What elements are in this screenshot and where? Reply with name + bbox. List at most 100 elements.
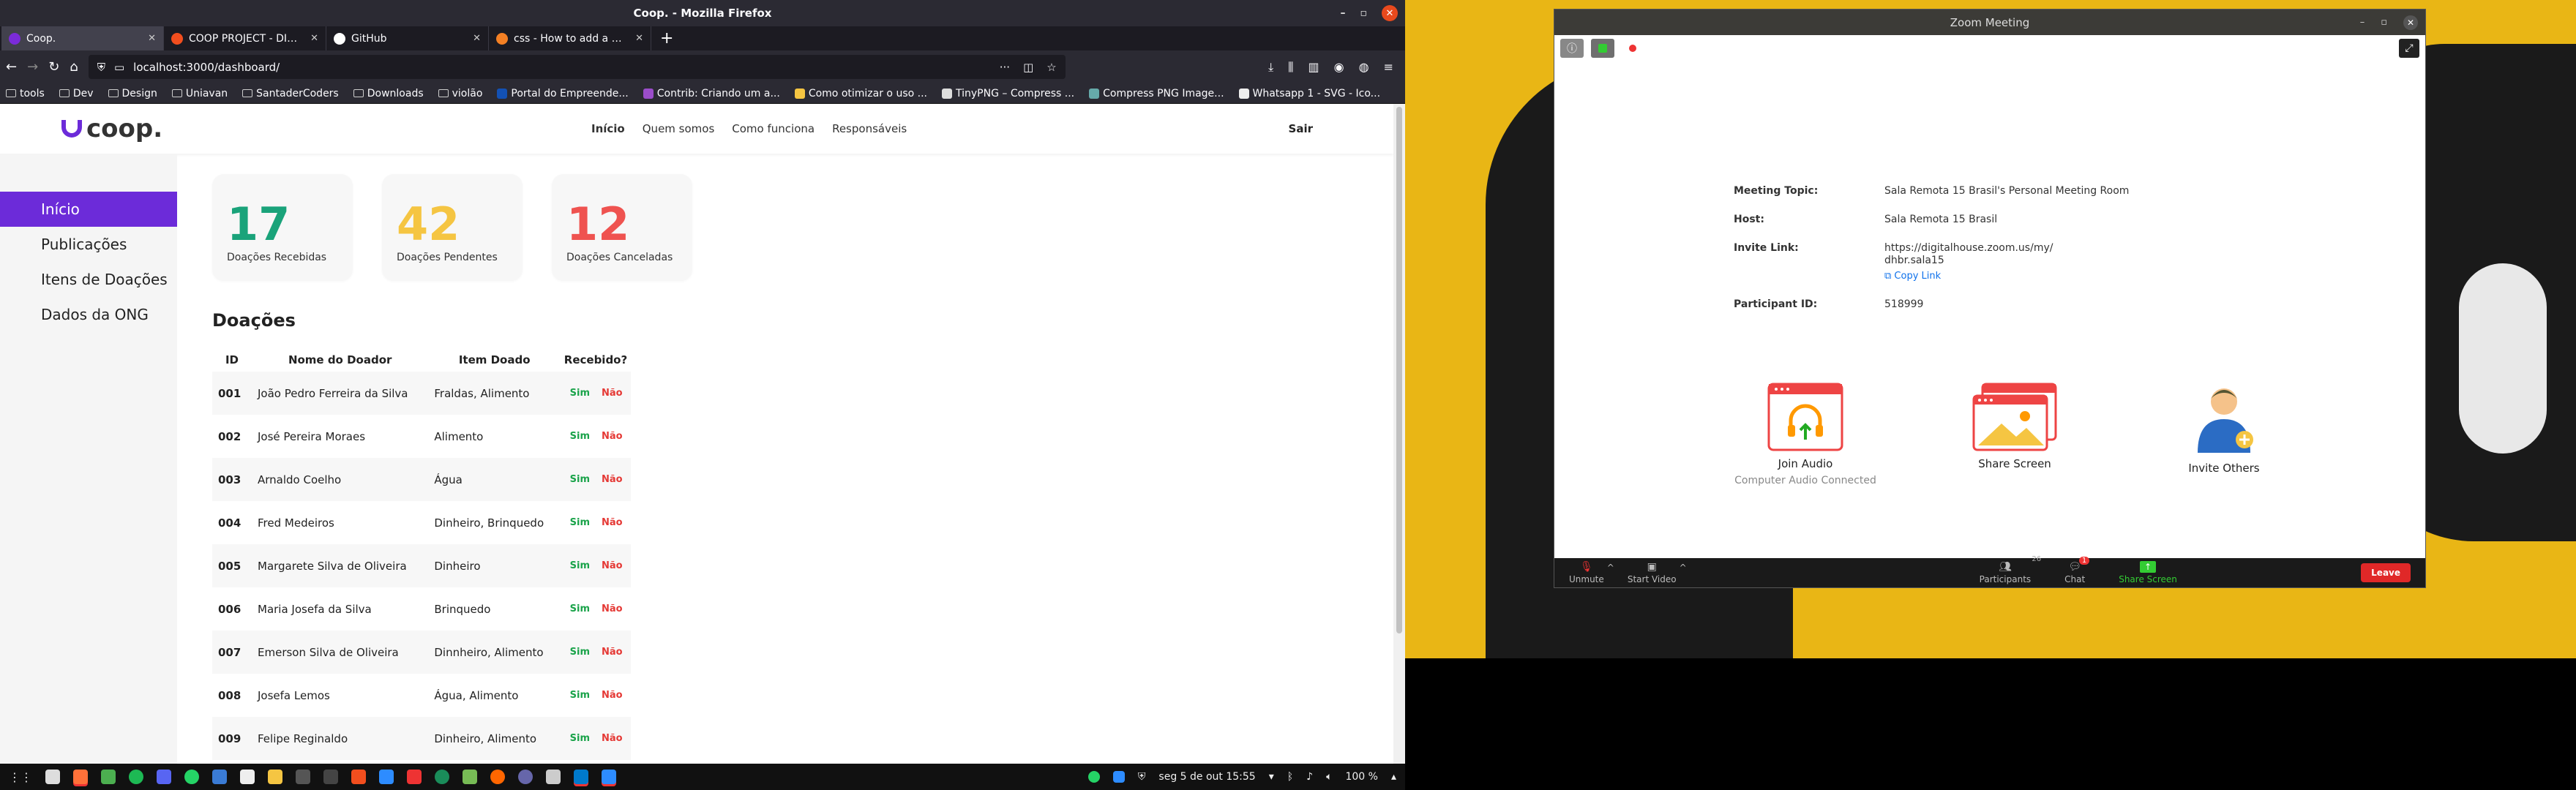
bluetooth-icon[interactable]: ᛒ (1287, 771, 1293, 783)
terminal-icon[interactable] (296, 770, 310, 784)
files-icon[interactable] (45, 770, 60, 784)
start-video-button[interactable]: ▣ Start Video (1628, 561, 1677, 584)
logout-link[interactable]: Sair (1289, 122, 1313, 135)
firefox-icon[interactable] (73, 770, 88, 784)
security-icon[interactable] (1591, 38, 1614, 58)
received-no-button[interactable]: Não (596, 544, 631, 587)
bookmark-contrib[interactable]: Contrib: Criando um a... (643, 88, 780, 99)
nav-como-funciona[interactable]: Como funciona (732, 122, 815, 135)
bookmark-portal[interactable]: Portal do Empreende... (497, 88, 629, 99)
leave-button[interactable]: Leave (2361, 563, 2411, 582)
shield-icon[interactable]: ⛨ (97, 61, 105, 74)
document-icon[interactable] (212, 770, 227, 784)
zoom-icon[interactable] (379, 770, 394, 784)
discord-icon[interactable] (157, 770, 171, 784)
forward-icon[interactable]: → (27, 59, 38, 75)
back-icon[interactable]: ← (6, 59, 17, 75)
spotify-icon[interactable] (129, 770, 143, 784)
received-yes-button[interactable]: Sim (561, 415, 596, 458)
reload-icon[interactable]: ↻ (48, 59, 59, 75)
scrollbar-thumb[interactable] (1396, 107, 1402, 633)
editor-icon[interactable] (240, 770, 255, 784)
wifi-icon[interactable]: ▾ (1269, 771, 1274, 783)
figma-icon[interactable] (351, 770, 366, 784)
url-text[interactable]: localhost:3000/dashboard/ (133, 61, 280, 74)
chevron-up-icon[interactable]: ▴ (1391, 771, 1396, 783)
video-options-chevron-icon[interactable]: ^ (1680, 563, 1687, 573)
bookmark-dev[interactable]: Dev (59, 88, 94, 99)
share-screen-button[interactable]: ↑ Share Screen (2119, 561, 2177, 584)
minimize-icon[interactable]: – (2360, 17, 2365, 28)
bookmark-downloads[interactable]: Downloads (353, 88, 424, 99)
pocket-icon[interactable]: ◫ (1023, 61, 1033, 74)
app-icon[interactable] (490, 770, 505, 784)
copy-link-button[interactable]: ⧉ Copy Link (1884, 270, 2148, 282)
invite-others-option[interactable]: Invite Others (2119, 383, 2329, 486)
tab-coop[interactable]: Coop. ✕ (1, 26, 164, 50)
bookmark-compress-png[interactable]: Compress PNG Image... (1089, 88, 1224, 99)
received-yes-button[interactable]: Sim (561, 544, 596, 587)
downloads-icon[interactable]: ⤓ (1268, 60, 1273, 75)
audio-options-chevron-icon[interactable]: ^ (1607, 563, 1614, 573)
minimize-icon[interactable]: – (1341, 7, 1346, 19)
bookmark-tools[interactable]: tools (6, 88, 45, 99)
page-info-icon[interactable]: ▭ (114, 61, 124, 74)
page-scrollbar[interactable] (1393, 104, 1405, 764)
received-no-button[interactable]: Não (596, 415, 631, 458)
maximize-icon[interactable]: ▫ (2381, 17, 2387, 28)
nav-inicio[interactable]: Início (591, 122, 625, 135)
coop-logo[interactable]: coop. (61, 114, 162, 143)
share-screen-option[interactable]: Share Screen (1910, 383, 2119, 486)
join-audio-button[interactable]: Join Audio Computer Audio Connected (1701, 383, 1910, 486)
unmute-button[interactable]: 🎙︎ Unmute (1569, 561, 1604, 584)
whatsapp-icon[interactable] (184, 770, 199, 784)
close-icon[interactable]: ✕ (1382, 5, 1398, 21)
received-yes-button[interactable]: Sim (561, 458, 596, 501)
bookmark-uniavan[interactable]: Uniavan (171, 88, 228, 99)
tab-coop-project[interactable]: COOP PROJECT - DIGITA ✕ (164, 26, 326, 50)
received-yes-button[interactable]: Sim (561, 501, 596, 544)
tab-close-icon[interactable]: ✕ (148, 33, 156, 44)
tab-close-icon[interactable]: ✕ (310, 33, 318, 44)
app-icon[interactable] (518, 770, 533, 784)
whatsapp-tray-icon[interactable] (1087, 771, 1100, 783)
bookmark-whatsapp-svg[interactable]: Whatsapp 1 - SVG - Ico... (1238, 88, 1380, 99)
hamburger-menu-icon[interactable]: ≡ (1384, 60, 1393, 75)
tab-github[interactable]: GitHub ✕ (326, 26, 489, 50)
invite-link-value-cont[interactable]: dhbr.sala15 (1884, 255, 2148, 267)
volume-icon[interactable]: 🔈︎ (1326, 771, 1332, 783)
participants-button[interactable]: 👥︎ 26 Participants (1980, 555, 2042, 584)
home-icon[interactable]: ⌂ (70, 59, 78, 75)
sidebar-icon[interactable]: ▥ (1308, 60, 1319, 75)
close-icon[interactable]: ✕ (2403, 15, 2418, 30)
bookmark-otimizar[interactable]: Como otimizar o uso ... (794, 88, 927, 99)
bookmark-design[interactable]: Design (108, 88, 157, 99)
zoom-window-icon[interactable] (602, 770, 616, 784)
fullscreen-icon[interactable]: ⤢ (2399, 38, 2419, 58)
new-tab-icon[interactable]: + (651, 26, 682, 50)
app-grid-icon[interactable]: ⋮⋮ (9, 770, 32, 784)
sidebar-item-itens-doacoes[interactable]: Itens de Doações (0, 262, 177, 297)
notes-icon[interactable] (268, 770, 282, 784)
received-no-button[interactable]: Não (596, 631, 631, 674)
tab-close-icon[interactable]: ✕ (473, 33, 481, 44)
tab-close-icon[interactable]: ✕ (635, 33, 643, 44)
library-icon[interactable]: ⫼ (1288, 60, 1293, 75)
nav-responsaveis[interactable]: Responsáveis (832, 122, 907, 135)
battery-text[interactable]: 100 % (1345, 771, 1377, 783)
bookmark-tinypng[interactable]: TinyPNG – Compress ... (941, 88, 1074, 99)
app-icon[interactable] (463, 770, 477, 784)
received-no-button[interactable]: Não (596, 587, 631, 631)
received-yes-button[interactable]: Sim (561, 372, 596, 415)
vscode-icon[interactable] (574, 770, 588, 784)
info-icon[interactable]: ⓘ (1560, 38, 1584, 58)
extension-icon[interactable]: ◍ (1359, 60, 1369, 75)
tab-css-margin[interactable]: css - How to add a marg ✕ (489, 26, 651, 50)
received-no-button[interactable]: Não (596, 458, 631, 501)
received-no-button[interactable]: Não (596, 372, 631, 415)
sidebar-item-publicacoes[interactable]: Publicações (0, 227, 177, 262)
received-yes-button[interactable]: Sim (561, 587, 596, 631)
bookmark-star-icon[interactable]: ☆ (1046, 61, 1056, 74)
app-icon[interactable] (546, 770, 561, 784)
nav-quem-somos[interactable]: Quem somos (643, 122, 715, 135)
